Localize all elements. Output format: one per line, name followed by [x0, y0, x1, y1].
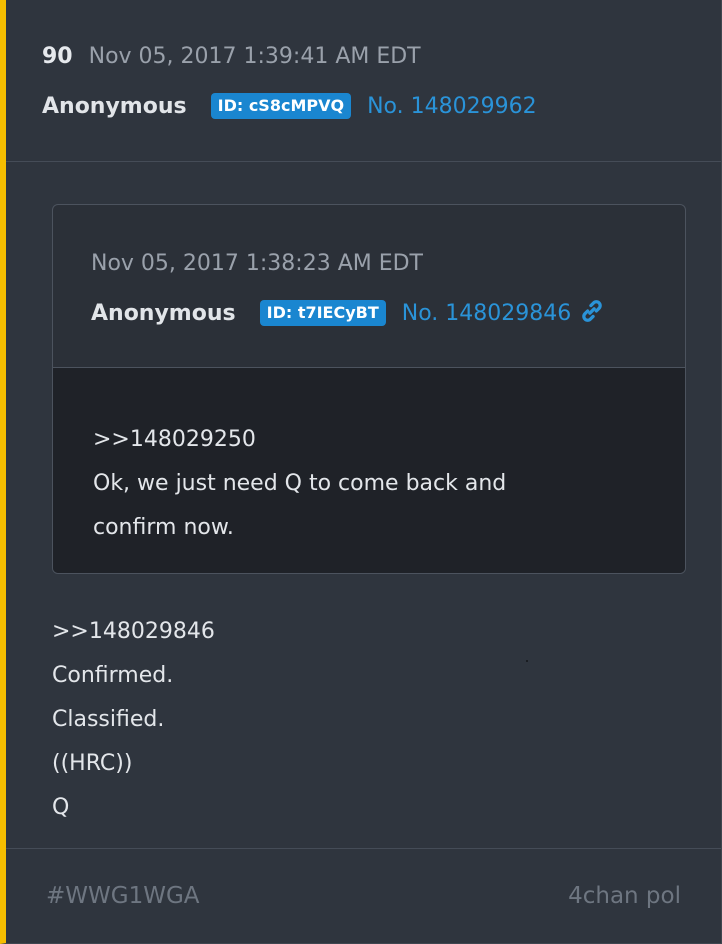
quoted-text-line: Ok, we just need Q to come back and: [93, 471, 507, 496]
stray-dot: [526, 660, 528, 662]
post-body: >>148029846 Confirmed. Classified. ((HRC…: [52, 610, 672, 830]
post-number: 90: [42, 44, 73, 69]
quoted-post-body: >>148029250 Ok, we just need Q to come b…: [53, 368, 685, 573]
quoted-post-header: Nov 05, 2017 1:38:23 AM EDT Anonymous ID…: [53, 205, 685, 368]
hashtag[interactable]: #WWG1WGA: [46, 883, 200, 909]
post-header: 90 Nov 05, 2017 1:39:41 AM EDT Anonymous…: [6, 0, 721, 162]
post-date: Nov 05, 2017 1:39:41 AM EDT: [88, 44, 421, 69]
post-backlink[interactable]: >>148029846: [52, 610, 672, 654]
post-text-line: Confirmed.: [52, 663, 174, 688]
post-footer: #WWG1WGA 4chan pol: [6, 848, 721, 943]
quoted-poster-id-badge[interactable]: ID: t7IECyBT: [259, 300, 386, 326]
post-text-line: Q: [52, 795, 70, 820]
post-author: Anonymous: [42, 93, 187, 119]
post-number-link[interactable]: No. 148029962: [367, 94, 537, 119]
post-text-line: ((HRC)): [52, 751, 133, 776]
post-text-line: Classified.: [52, 707, 165, 732]
post-card: 90 Nov 05, 2017 1:39:41 AM EDT Anonymous…: [0, 0, 722, 944]
quoted-post-number-link[interactable]: No. 148029846: [402, 301, 572, 326]
quoted-post: Nov 05, 2017 1:38:23 AM EDT Anonymous ID…: [52, 204, 686, 574]
quoted-text-line: confirm now.: [93, 515, 234, 540]
quoted-post-author: Anonymous: [91, 300, 236, 326]
poster-id-badge[interactable]: ID: cS8cMPVQ: [210, 93, 352, 119]
link-icon[interactable]: [579, 298, 605, 328]
quoted-post-date: Nov 05, 2017 1:38:23 AM EDT: [91, 251, 423, 276]
quoted-backlink[interactable]: >>148029250: [93, 418, 645, 462]
source-label: 4chan pol: [568, 883, 681, 909]
